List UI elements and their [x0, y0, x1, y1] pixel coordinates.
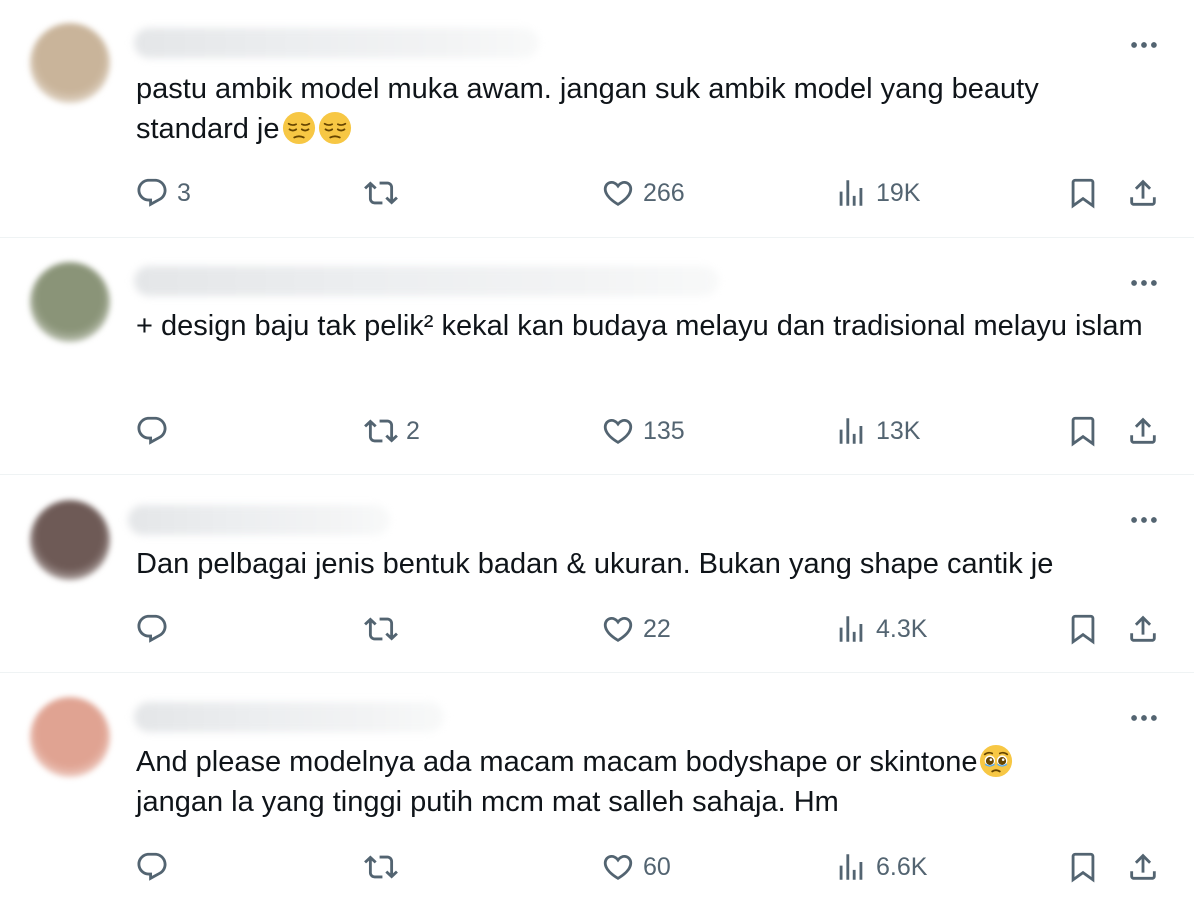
more-icon — [1127, 503, 1161, 537]
reply-icon — [135, 850, 169, 884]
tweet-3[interactable]: Dan pelbagai jenis bentuk badan & ukuran… — [0, 475, 1194, 672]
reply-icon — [135, 612, 169, 646]
retweet-button[interactable] — [364, 609, 406, 649]
heart-icon — [601, 612, 635, 646]
author-name-redacted — [134, 266, 719, 296]
pensive-face-emoji — [282, 111, 316, 145]
like-count: 22 — [643, 614, 671, 643]
tweet-actions: 60 6.6K — [0, 847, 1194, 887]
tweet-text-content: Dan pelbagai jenis bentuk badan & ukuran… — [136, 548, 1054, 580]
heart-icon — [601, 414, 635, 448]
reply-button[interactable] — [135, 847, 177, 887]
reply-icon — [135, 176, 169, 210]
more-options-button[interactable] — [1124, 273, 1164, 293]
reply-count: 3 — [177, 178, 191, 207]
author-name-redacted — [134, 28, 539, 58]
tweet-text-line2: jangan la yang tinggi putih mcm mat sall… — [136, 786, 839, 818]
tweet-text-content: pastu ambik model muka awam. jangan suk … — [136, 73, 1047, 145]
bookmark-icon — [1066, 850, 1100, 884]
bookmark-button[interactable] — [1066, 411, 1100, 451]
views-icon — [834, 414, 868, 448]
tweet-text-content: And please modelnya ada macam macam body… — [136, 746, 978, 778]
heart-icon — [601, 850, 635, 884]
retweet-button[interactable] — [364, 173, 406, 213]
view-count: 4.3K — [876, 614, 928, 643]
retweet-count: 2 — [406, 416, 420, 445]
view-count: 13K — [876, 416, 921, 445]
reply-button[interactable] — [135, 609, 177, 649]
like-count: 266 — [643, 178, 685, 207]
tweet-text: + design baju tak pelik² kekal kan buday… — [136, 306, 1154, 346]
more-options-button[interactable] — [1124, 510, 1164, 530]
bookmark-icon — [1066, 612, 1100, 646]
tweet-4[interactable]: And please modelnya ada macam macam body… — [0, 673, 1194, 910]
share-icon — [1126, 612, 1160, 646]
retweet-button[interactable] — [364, 847, 406, 887]
author-name-redacted — [134, 702, 444, 732]
tweet-actions: 2 135 13K — [0, 411, 1194, 451]
share-button[interactable] — [1126, 411, 1160, 451]
like-button[interactable]: 266 — [601, 173, 685, 213]
views-icon — [834, 850, 868, 884]
retweet-icon — [364, 414, 398, 448]
avatar[interactable] — [30, 697, 110, 777]
reply-icon — [135, 414, 169, 448]
more-icon — [1127, 701, 1161, 735]
like-button[interactable]: 60 — [601, 847, 671, 887]
tweet-2[interactable]: + design baju tak pelik² kekal kan buday… — [0, 238, 1194, 474]
reply-button[interactable] — [135, 411, 177, 451]
more-options-button[interactable] — [1124, 35, 1164, 55]
tweet-text-content: + design baju tak pelik² kekal kan buday… — [136, 310, 1143, 342]
more-icon — [1127, 28, 1161, 62]
tweet-actions: 22 4.3K — [0, 609, 1194, 649]
views-button[interactable]: 19K — [834, 173, 920, 213]
retweet-icon — [364, 850, 398, 884]
share-button[interactable] — [1126, 173, 1160, 213]
view-count: 19K — [876, 178, 921, 207]
tweet-text: And please modelnya ada macam macam body… — [136, 742, 1154, 822]
bookmark-button[interactable] — [1066, 847, 1100, 887]
bookmark-icon — [1066, 176, 1100, 210]
like-button[interactable]: 22 — [601, 609, 671, 649]
avatar[interactable] — [30, 500, 110, 580]
avatar[interactable] — [30, 23, 110, 103]
like-count: 60 — [643, 852, 671, 881]
share-button[interactable] — [1126, 847, 1160, 887]
like-count: 135 — [643, 416, 685, 445]
bookmark-button[interactable] — [1066, 609, 1100, 649]
tweet-text: Dan pelbagai jenis bentuk badan & ukuran… — [136, 544, 1154, 584]
retweet-button[interactable]: 2 — [364, 411, 420, 451]
share-icon — [1126, 850, 1160, 884]
views-button[interactable]: 6.6K — [834, 847, 927, 887]
share-icon — [1126, 414, 1160, 448]
more-icon — [1127, 266, 1161, 300]
views-button[interactable]: 4.3K — [834, 609, 927, 649]
views-icon — [834, 612, 868, 646]
retweet-icon — [364, 612, 398, 646]
avatar[interactable] — [30, 262, 110, 342]
pleading-face-emoji — [979, 744, 1013, 778]
pensive-face-emoji — [318, 111, 352, 145]
share-button[interactable] — [1126, 609, 1160, 649]
like-button[interactable]: 135 — [601, 411, 685, 451]
retweet-icon — [364, 176, 398, 210]
share-icon — [1126, 176, 1160, 210]
tweet-1[interactable]: pastu ambik model muka awam. jangan suk … — [0, 0, 1194, 237]
heart-icon — [601, 176, 635, 210]
more-options-button[interactable] — [1124, 708, 1164, 728]
reply-button[interactable]: 3 — [135, 173, 191, 213]
views-button[interactable]: 13K — [834, 411, 920, 451]
tweet-text: pastu ambik model muka awam. jangan suk … — [136, 69, 1154, 149]
view-count: 6.6K — [876, 852, 928, 881]
author-name-redacted — [128, 505, 390, 535]
tweet-actions: 3 266 19K — [0, 173, 1194, 213]
bookmark-icon — [1066, 414, 1100, 448]
views-icon — [834, 176, 868, 210]
bookmark-button[interactable] — [1066, 173, 1100, 213]
